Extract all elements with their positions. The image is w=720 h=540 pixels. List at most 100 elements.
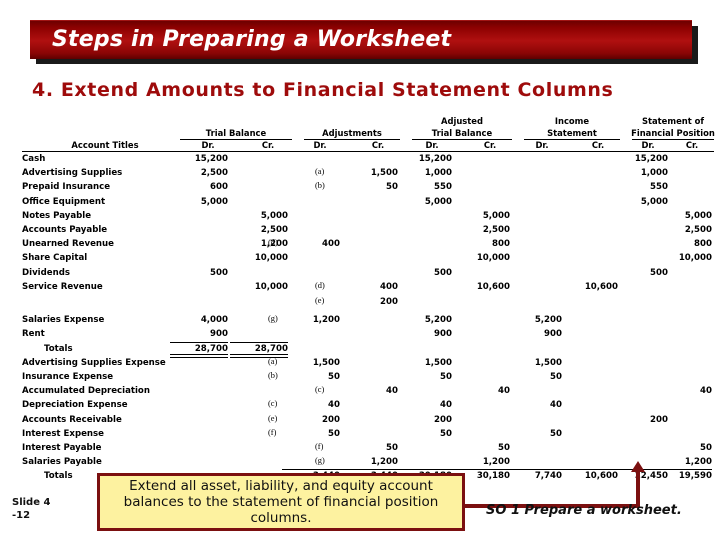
amount-cell: 1,500 (312, 357, 340, 368)
page-title: Steps in Preparing a Worksheet (52, 27, 452, 52)
column-group-header-line1: Income (554, 116, 590, 126)
amount-cell: 15,200 (194, 154, 228, 164)
amount-cell: 550 (434, 182, 452, 193)
column-group-header: Financial Position (631, 128, 715, 138)
adjustment-reference-mark: (e) (315, 296, 325, 305)
amount-cell: 200 (434, 414, 452, 425)
adjustment-reference-mark: (c) (315, 385, 325, 395)
amount-cell: 1,200 (482, 457, 510, 468)
step-heading: 4. Extend Amounts to Financial Statement… (32, 79, 614, 101)
account-row-label: Rent (22, 329, 45, 340)
column-subheader: Dr. (535, 140, 549, 150)
account-row-label: Notes Payable (22, 210, 92, 221)
amount-cell: 1,200 (370, 457, 398, 468)
account-row-label: Totals (44, 471, 73, 482)
account-row-label: Accounts Payable (22, 225, 108, 235)
account-row-label: Interest Expense (22, 428, 104, 439)
amount-cell: 1,200 (260, 239, 288, 250)
column-subheader: Cr. (371, 140, 385, 150)
callout-text: Extend all asset, liability, and equity … (123, 478, 439, 526)
amount-cell: 40 (386, 386, 398, 397)
amount-cell: 900 (544, 329, 562, 340)
amount-cell: 900 (434, 329, 452, 340)
account-row-label: Advertising Supplies (22, 168, 123, 179)
account-titles-header: Account Titles (71, 140, 139, 150)
adjustment-reference-mark: (d) (268, 238, 278, 248)
account-row-label: Accumulated Depreciation (22, 386, 150, 397)
amount-cell: 5,200 (424, 315, 452, 326)
amount-cell: 400 (380, 281, 398, 292)
double-underline-rule (230, 353, 288, 358)
connector-arrow-icon (631, 461, 645, 472)
amount-cell: 50 (328, 428, 340, 439)
account-row-label: Dividends (22, 267, 70, 278)
column-subheader: Dr. (425, 140, 439, 150)
amount-cell: 5,200 (534, 315, 562, 326)
column-subheader: Cr. (261, 140, 275, 150)
amount-cell: 1,200 (684, 457, 712, 468)
adjustment-reference-mark: (d) (315, 280, 325, 290)
adjustment-reference-mark: (b) (315, 181, 325, 191)
amount-cell: 900 (210, 329, 228, 340)
amount-cell: 15,200 (418, 154, 452, 164)
learning-objective-note: SO 1 Prepare a worksheet. (486, 503, 682, 518)
amount-cell: 1,500 (424, 357, 452, 368)
amount-cell: 5,000 (482, 210, 510, 221)
column-subheader: Dr. (313, 140, 327, 150)
adjustment-reference-mark: (f) (315, 442, 324, 451)
account-row-label: Depreciation Expense (22, 400, 128, 411)
amount-cell: 600 (210, 182, 228, 193)
worksheet-table: Trial Balance Adjustments Adjusted Trial Ba… (0, 116, 720, 481)
amount-cell: 1,200 (312, 315, 340, 326)
total-rule (282, 469, 340, 471)
amount-cell: 2,500 (482, 225, 510, 235)
amount-cell: 50 (386, 443, 398, 453)
adjustment-reference-mark: (g) (315, 456, 325, 466)
amount-cell: 50 (440, 428, 452, 439)
slide-number-line1: Slide 4 (12, 497, 51, 508)
account-row-label: Service Revenue (22, 281, 103, 292)
column-group-header: Trial Balance (205, 128, 267, 138)
amount-cell: 50 (386, 182, 398, 193)
amount-cell: 28,700 (254, 343, 288, 354)
slide-number-line2: -12 (12, 510, 31, 521)
amount-cell: 500 (434, 267, 452, 278)
adjustment-reference-mark: (a) (315, 167, 325, 177)
header-rule (22, 151, 714, 152)
amount-cell: 50 (550, 372, 562, 382)
callout-box: Extend all asset, liability, and equity … (97, 473, 465, 531)
amount-cell: 2,500 (684, 225, 712, 235)
account-row-label: Prepaid Insurance (22, 182, 111, 193)
amount-cell: 10,000 (254, 281, 288, 292)
amount-cell: 50 (328, 372, 340, 382)
amount-cell: 10,000 (678, 253, 712, 264)
total-rule (340, 469, 398, 471)
total-rule (654, 469, 712, 471)
amount-cell: 10,000 (254, 253, 288, 264)
account-row-label: Salaries Payable (22, 457, 102, 468)
account-row-label: Salaries Expense (22, 315, 105, 326)
amount-cell: 800 (492, 239, 510, 250)
column-group-header-line1: Statement of (641, 116, 705, 126)
amount-cell: 200 (650, 414, 668, 425)
double-underline-rule (170, 353, 228, 358)
amount-cell: 550 (650, 182, 668, 193)
amount-cell: 1,500 (534, 357, 562, 368)
column-subheader: Cr. (591, 140, 605, 150)
amount-cell: 40 (700, 386, 712, 397)
total-rule (394, 469, 452, 471)
column-group-header-line1: Adjusted (441, 116, 483, 126)
amount-cell: 4,000 (200, 315, 228, 326)
amount-cell: 15,200 (634, 154, 668, 164)
amount-cell: 40 (328, 400, 340, 411)
amount-cell: 50 (700, 443, 712, 453)
column-subheader: Cr. (483, 140, 497, 150)
amount-cell: 40 (550, 400, 562, 411)
amount-cell: 1,000 (424, 168, 452, 179)
adjustment-reference-mark: (e) (268, 413, 278, 423)
amount-cell: 400 (322, 239, 340, 250)
amount-cell: 5,000 (640, 196, 668, 207)
account-row-label: Insurance Expense (22, 372, 114, 382)
adjustment-reference-mark: (g) (268, 314, 278, 324)
amount-cell: 5,000 (424, 196, 452, 207)
